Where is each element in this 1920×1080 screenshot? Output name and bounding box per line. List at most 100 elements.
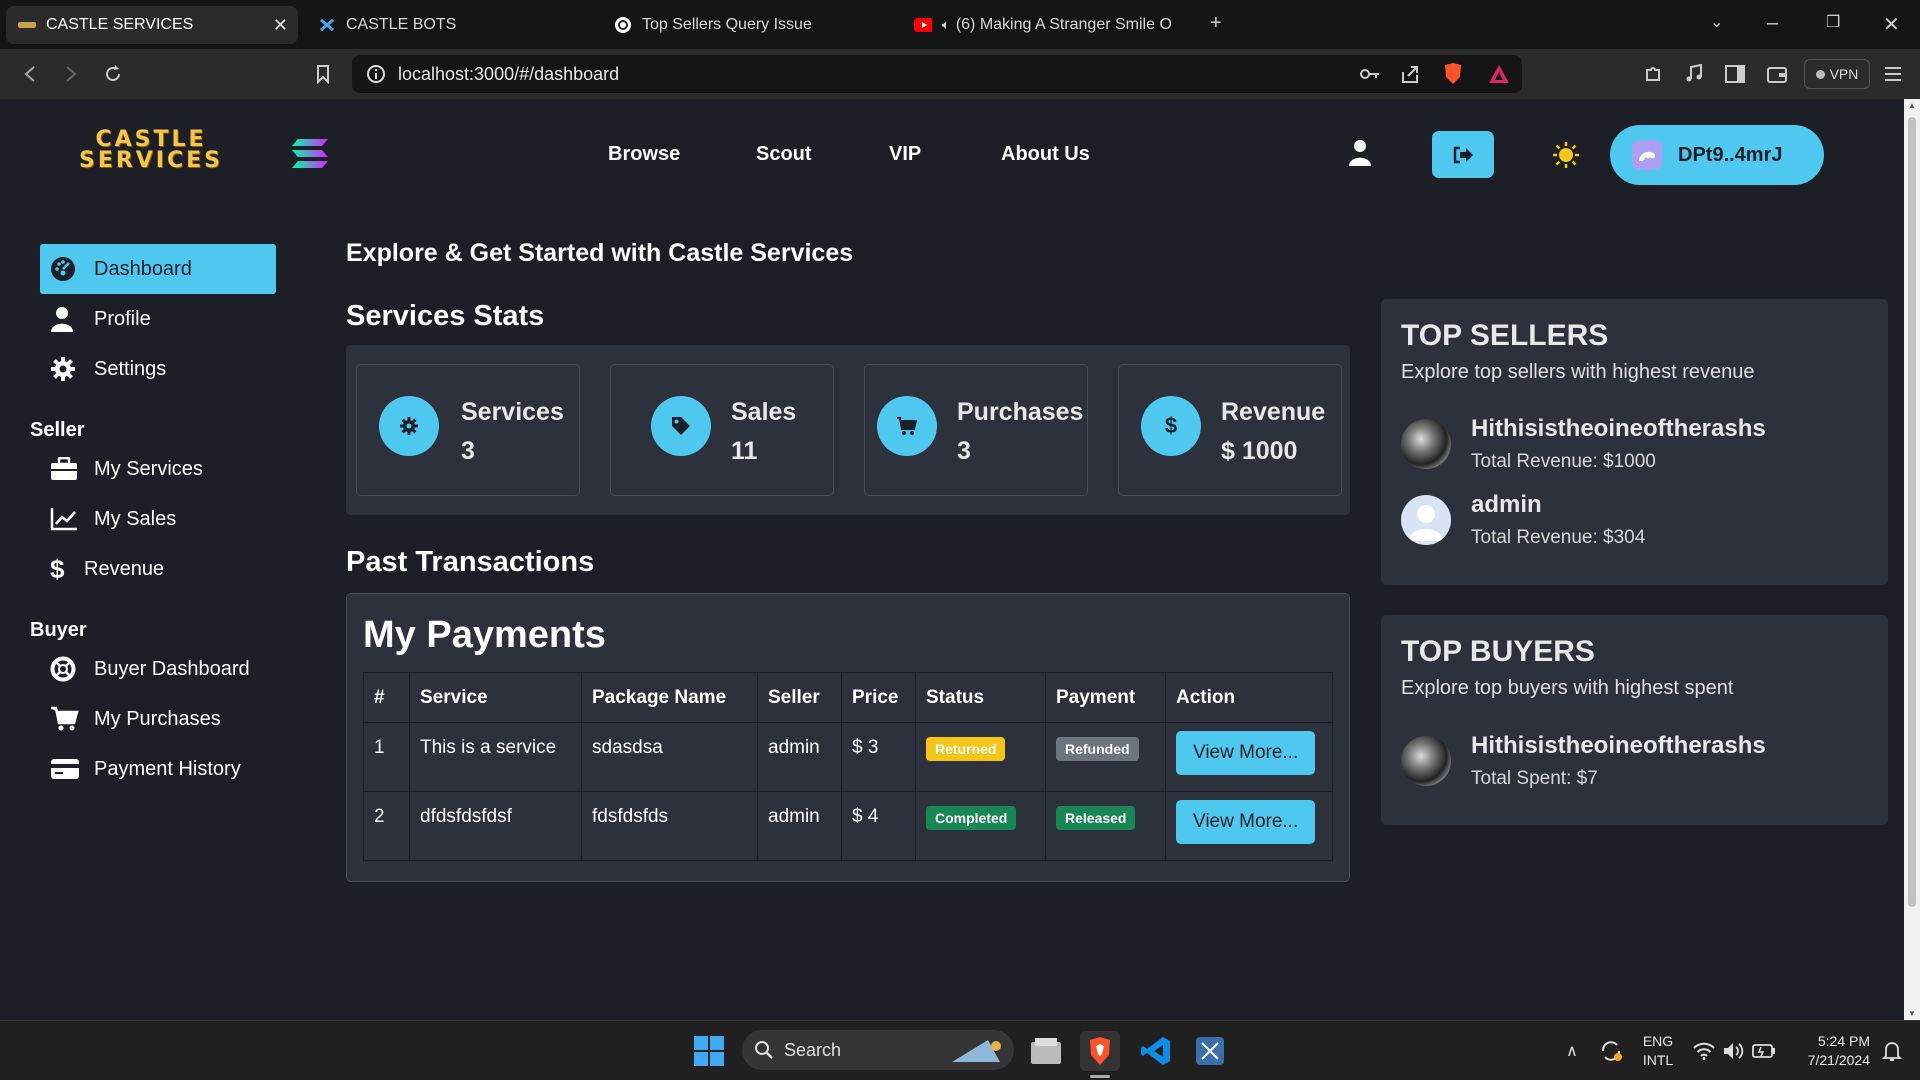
- scrollbar-thumb[interactable]: [1908, 117, 1916, 907]
- site-info-icon[interactable]: [366, 64, 386, 84]
- notifications-icon[interactable]: [1872, 1031, 1912, 1071]
- wallet-connect-button[interactable]: DPt9..4mrJ: [1610, 125, 1824, 185]
- nav-vip[interactable]: VIP: [889, 143, 921, 166]
- services-stats-title: Services Stats: [346, 300, 545, 332]
- taskbar-search[interactable]: Search: [742, 1030, 1014, 1070]
- row-seller: admin: [757, 791, 842, 861]
- solana-logo-icon: [292, 137, 328, 171]
- sidebar-item-my-purchases[interactable]: My Purchases: [40, 694, 276, 744]
- list-item[interactable]: Hithisistheoineoftherashs Total Spent: $…: [1401, 732, 1871, 802]
- close-window-icon[interactable]: ✕: [1883, 12, 1900, 37]
- sidebar-item-settings[interactable]: Settings: [40, 344, 276, 394]
- tab-title: CASTLE SERVICES: [46, 16, 194, 33]
- sidebar-item-revenue[interactable]: $ Revenue: [40, 544, 276, 594]
- sync-icon[interactable]: [1591, 1031, 1631, 1071]
- brave-rewards-icon[interactable]: [1488, 64, 1510, 84]
- scroll-down-icon[interactable]: ▼: [1908, 1009, 1916, 1018]
- snipping-tool-icon[interactable]: [1190, 1031, 1230, 1071]
- row-service: dfdsfdsfdsf: [409, 791, 582, 861]
- restore-icon[interactable]: ❐: [1826, 12, 1840, 32]
- scroll-up-icon[interactable]: ▲: [1908, 101, 1916, 110]
- tab-youtube[interactable]: 🔈︎ (6) Making A Stranger Smile On I: [902, 6, 1192, 44]
- tab-castle-services[interactable]: CASTLE SERVICES ✕: [6, 6, 298, 44]
- tab-title: CASTLE BOTS: [346, 16, 457, 33]
- new-tab-icon[interactable]: +: [1210, 12, 1222, 35]
- sidebar-toggle-icon[interactable]: [1722, 61, 1748, 87]
- view-more-button[interactable]: View More...: [1176, 731, 1316, 775]
- col-package-name: Package Name: [581, 672, 758, 723]
- wallet-icon[interactable]: [1764, 61, 1790, 87]
- brave-shields-icon[interactable]: [1442, 62, 1464, 86]
- row-status-cell: Completed: [915, 791, 1046, 861]
- sidebar-item-dashboard[interactable]: Dashboard: [40, 244, 276, 294]
- seller-section-label: Seller: [30, 419, 85, 441]
- page-scrollbar[interactable]: ▲ ▼: [1904, 99, 1920, 1020]
- status-badge: Returned: [926, 737, 1006, 761]
- avatar: [1401, 495, 1451, 545]
- nav-about-us[interactable]: About Us: [1001, 143, 1090, 166]
- nav-browse[interactable]: Browse: [608, 143, 680, 166]
- keyboard-layout: INTL: [1642, 1052, 1674, 1068]
- row-package: sdasdsa: [581, 722, 758, 792]
- language-indicator[interactable]: ENG INTL: [1638, 1032, 1678, 1070]
- bots-favicon-icon: [318, 16, 336, 34]
- logout-button[interactable]: [1432, 131, 1494, 178]
- sidebar-item-payment-history[interactable]: Payment History: [40, 744, 276, 794]
- file-explorer-icon[interactable]: [1026, 1031, 1066, 1071]
- tab-castle-bots[interactable]: CASTLE BOTS: [306, 6, 596, 44]
- tab-search-chevron-icon[interactable]: ⌄: [1710, 12, 1723, 32]
- back-icon[interactable]: [17, 61, 43, 87]
- row-payment-cell: Released: [1045, 791, 1166, 861]
- row-action-cell: View More...: [1165, 722, 1333, 792]
- bookmark-icon[interactable]: [310, 61, 336, 87]
- clock-time: 5:24 PM: [1817, 1033, 1870, 1049]
- search-label: Search: [784, 1039, 842, 1060]
- row-number: 2: [363, 791, 410, 861]
- stat-label: Services: [461, 398, 564, 426]
- vscode-icon[interactable]: [1136, 1031, 1176, 1071]
- stat-value: $ 1000: [1221, 437, 1298, 465]
- sidebar-item-label: Settings: [94, 357, 167, 380]
- browser-menu-icon[interactable]: [1880, 61, 1906, 87]
- media-icon[interactable]: [1681, 61, 1707, 87]
- share-icon[interactable]: [1400, 64, 1420, 84]
- view-more-button[interactable]: View More...: [1176, 800, 1316, 844]
- tab-top-sellers-query[interactable]: Top Sellers Query Issue: [602, 6, 892, 44]
- explore-title: Explore & Get Started with Castle Servic…: [346, 239, 854, 267]
- windows-taskbar: Search ∧ ENG INTL 5:24 PM 7/21/2024: [0, 1020, 1920, 1080]
- reload-icon[interactable]: [100, 61, 126, 87]
- vpn-button[interactable]: VPN: [1804, 59, 1870, 89]
- user-icon: [50, 306, 84, 332]
- past-transactions-title: Past Transactions: [346, 546, 595, 578]
- clock[interactable]: 5:24 PM 7/21/2024: [1786, 1032, 1870, 1070]
- castle-services-logo[interactable]: CASTLE SERVICES: [76, 129, 226, 175]
- close-tab-icon[interactable]: ✕: [273, 15, 288, 36]
- sidebar-item-buyer-dashboard[interactable]: Buyer Dashboard: [40, 644, 276, 694]
- list-item[interactable]: Hithisistheoineoftherashs Total Revenue:…: [1401, 415, 1871, 485]
- user-icon[interactable]: [1348, 139, 1372, 167]
- minimize-icon[interactable]: –: [1767, 12, 1778, 35]
- youtube-favicon-icon: [914, 16, 932, 34]
- battery-icon[interactable]: [1744, 1031, 1784, 1071]
- active-app-indicator: [1090, 1075, 1110, 1078]
- sidebar-item-label: My Sales: [94, 507, 177, 530]
- col-service: Service: [409, 672, 582, 723]
- show-hidden-icons-chevron[interactable]: ∧: [1552, 1031, 1592, 1071]
- dashboard-icon: [50, 256, 84, 282]
- sidebar-item-my-sales[interactable]: My Sales: [40, 494, 276, 544]
- sidebar-item-profile[interactable]: Profile: [40, 294, 276, 344]
- vpn-label: VPN: [1829, 66, 1859, 82]
- stat-card-revenue: $ Revenue $ 1000: [1118, 364, 1342, 496]
- brave-browser-icon[interactable]: [1080, 1031, 1120, 1071]
- stat-label: Purchases: [957, 398, 1084, 426]
- password-key-icon[interactable]: [1359, 65, 1381, 83]
- list-item[interactable]: admin Total Revenue: $304: [1401, 491, 1871, 561]
- theme-toggle-sun-icon[interactable]: [1552, 141, 1580, 169]
- table-header-row: # Service Package Name Seller Price Stat…: [363, 672, 1333, 723]
- forward-icon[interactable]: [58, 61, 84, 87]
- nav-scout[interactable]: Scout: [756, 143, 812, 166]
- windows-start-icon[interactable]: [689, 1031, 729, 1071]
- sidebar-item-my-services[interactable]: My Services: [40, 444, 276, 494]
- extensions-icon[interactable]: [1640, 61, 1666, 87]
- address-bar[interactable]: localhost:3000/#/dashboard: [352, 55, 1522, 93]
